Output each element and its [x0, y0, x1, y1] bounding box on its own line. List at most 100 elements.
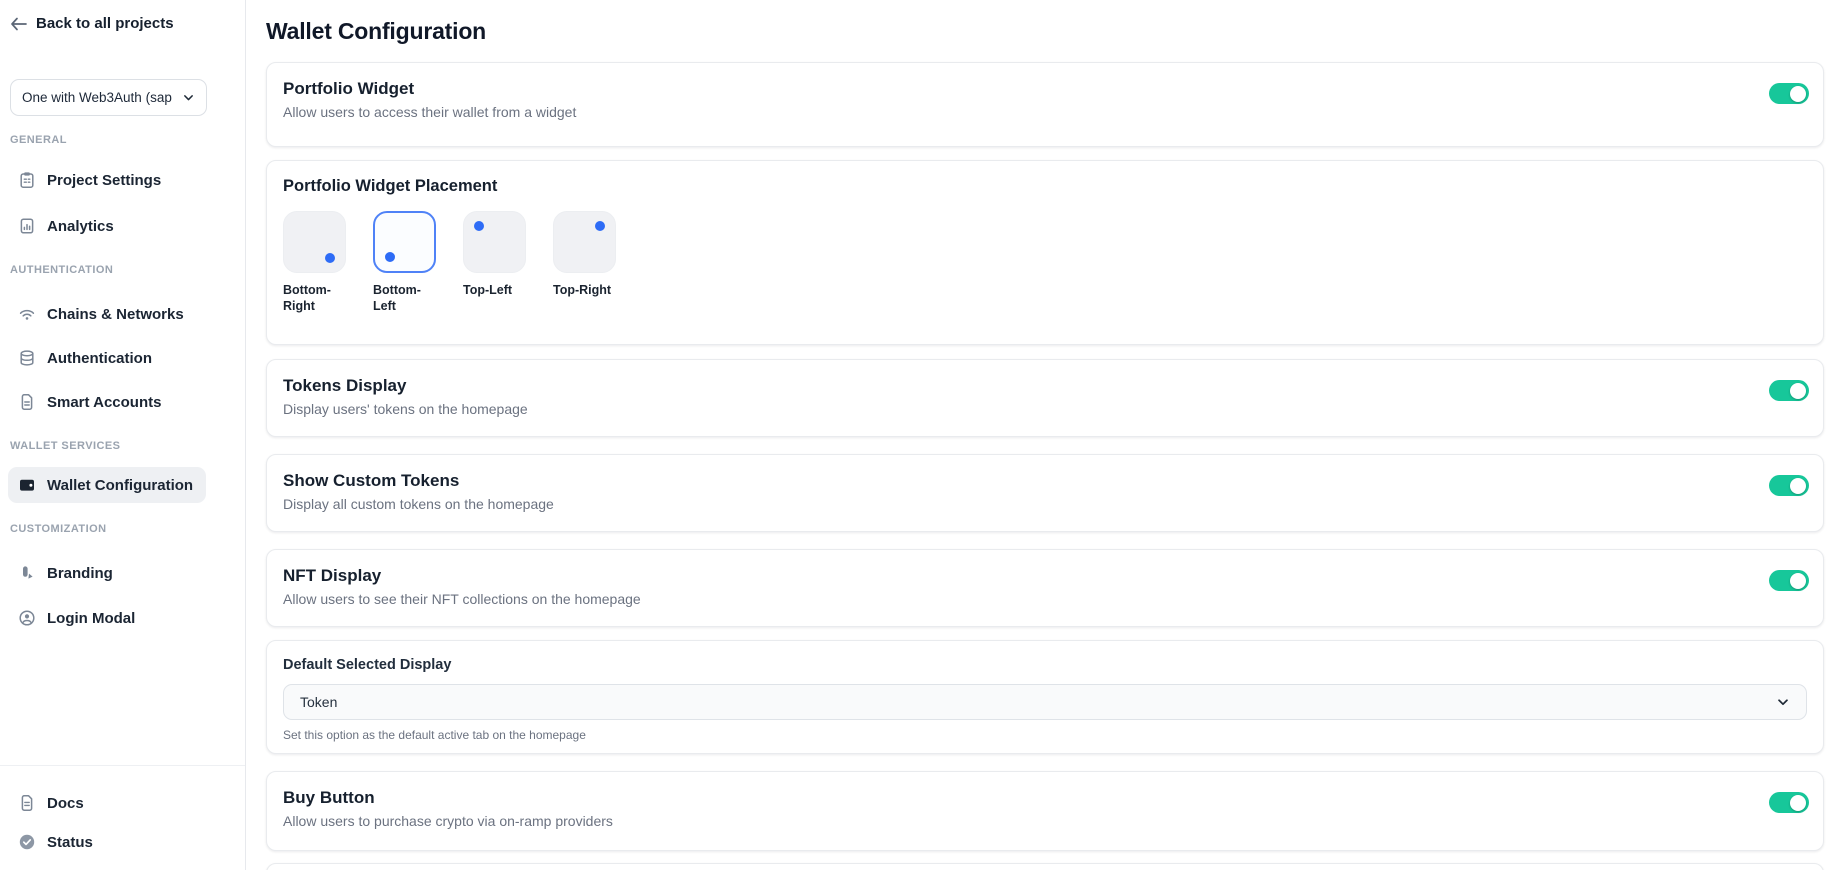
toggle-knob	[1790, 478, 1806, 494]
buy-button-toggle[interactable]	[1769, 792, 1809, 813]
card-buy-button: Buy Button Allow users to purchase crypt…	[266, 771, 1824, 851]
placement-option-top-left[interactable]	[463, 211, 526, 273]
placement-option-label: Bottom-Left	[373, 282, 439, 314]
sidebar-item-wallet-configuration[interactable]: Wallet Configuration	[8, 467, 206, 503]
card-tokens-display: Tokens Display Display users' tokens on …	[266, 359, 1824, 437]
card-partial	[266, 863, 1824, 870]
toggle-knob	[1790, 383, 1806, 399]
card-description: Display users' tokens on the homepage	[283, 401, 528, 417]
doc-icon	[18, 794, 36, 812]
sidebar-item-label: Project Settings	[47, 172, 161, 189]
sidebar: Back to all projects One with Web3Auth (…	[0, 0, 246, 870]
user-circle-icon	[18, 609, 36, 627]
toggle-knob	[1790, 795, 1806, 811]
placement-option-wrap: Bottom-Left	[373, 211, 439, 314]
card-title: Tokens Display	[283, 376, 528, 396]
chevron-down-icon	[1776, 695, 1790, 709]
card-description: Allow users to purchase crypto via on-ra…	[283, 813, 613, 829]
portfolio-widget-toggle[interactable]	[1769, 83, 1809, 104]
card-title: Portfolio Widget Placement	[283, 177, 1807, 196]
placement-option-bottom-right[interactable]	[283, 211, 346, 273]
brush-icon	[18, 564, 36, 582]
placement-dot	[474, 221, 484, 231]
section-label-general: GENERAL	[10, 134, 237, 146]
wallet-icon	[18, 476, 36, 494]
sidebar-item-label: Chains & Networks	[47, 306, 184, 323]
main-content: Wallet Configuration Portfolio Widget Al…	[246, 0, 1840, 870]
card-title: NFT Display	[283, 566, 641, 586]
sidebar-item-label: Smart Accounts	[47, 394, 161, 411]
sidebar-item-project-settings[interactable]: Project Settings	[8, 162, 206, 198]
sidebar-item-label: Analytics	[47, 218, 114, 235]
sidebar-item-label: Authentication	[47, 350, 152, 367]
check-circle-icon	[18, 833, 36, 851]
app-window: Back to all projects One with Web3Auth (…	[0, 0, 1840, 870]
chart-icon	[18, 217, 36, 235]
section-label-authentication: AUTHENTICATION	[10, 264, 237, 276]
sidebar-item-analytics[interactable]: Analytics	[8, 208, 206, 244]
placement-option-label: Top-Left	[463, 282, 529, 298]
card-show-custom-tokens: Show Custom Tokens Display all custom to…	[266, 454, 1824, 532]
section-label-wallet-services: WALLET SERVICES	[10, 440, 237, 452]
select-label: Default Selected Display	[283, 657, 1807, 673]
sidebar-item-label: Wallet Configuration	[47, 477, 193, 494]
project-selector[interactable]: One with Web3Auth (sap	[10, 79, 207, 116]
clipboard-icon	[18, 171, 36, 189]
card-title: Buy Button	[283, 788, 613, 808]
card-text: Portfolio Widget Allow users to access t…	[283, 79, 576, 120]
card-portfolio-widget-placement: Portfolio Widget Placement Bottom-Right …	[266, 160, 1824, 345]
placement-option-label: Bottom-Right	[283, 282, 349, 314]
wifi-icon	[18, 305, 36, 323]
back-link-label: Back to all projects	[36, 15, 174, 32]
card-text: Tokens Display Display users' tokens on …	[283, 376, 528, 417]
card-description: Allow users to see their NFT collections…	[283, 591, 641, 607]
placement-dot	[385, 252, 395, 262]
file-icon	[18, 393, 36, 411]
toggle-knob	[1790, 573, 1806, 589]
sidebar-item-status[interactable]: Status	[8, 824, 206, 860]
card-text: Show Custom Tokens Display all custom to…	[283, 471, 554, 512]
back-to-projects-link[interactable]: Back to all projects	[10, 15, 237, 32]
placement-dot	[595, 221, 605, 231]
nft-display-toggle[interactable]	[1769, 570, 1809, 591]
tokens-display-toggle[interactable]	[1769, 380, 1809, 401]
sidebar-item-label: Docs	[47, 795, 84, 812]
select-helper-text: Set this option as the default active ta…	[283, 728, 1807, 742]
card-text: NFT Display Allow users to see their NFT…	[283, 566, 641, 607]
placement-options: Bottom-Right Bottom-Left Top-Left	[283, 211, 1807, 314]
page-title: Wallet Configuration	[266, 18, 1824, 45]
placement-option-bottom-left[interactable]	[373, 211, 436, 273]
sidebar-item-label: Status	[47, 834, 93, 851]
project-selector-value: One with Web3Auth (sap	[22, 90, 172, 105]
card-nft-display: NFT Display Allow users to see their NFT…	[266, 549, 1824, 627]
card-default-selected-display: Default Selected Display Token Set this …	[266, 640, 1824, 754]
section-label-customization: CUSTOMIZATION	[10, 523, 237, 535]
sidebar-item-authentication[interactable]: Authentication	[8, 340, 206, 376]
card-text: Buy Button Allow users to purchase crypt…	[283, 788, 613, 829]
sidebar-item-smart-accounts[interactable]: Smart Accounts	[8, 384, 206, 420]
card-title: Portfolio Widget	[283, 79, 576, 99]
card-title: Show Custom Tokens	[283, 471, 554, 491]
sidebar-item-branding[interactable]: Branding	[8, 555, 206, 591]
sidebar-item-docs[interactable]: Docs	[8, 785, 206, 821]
select-value: Token	[300, 694, 337, 710]
card-description: Display all custom tokens on the homepag…	[283, 496, 554, 512]
database-icon	[18, 349, 36, 367]
sidebar-item-login-modal[interactable]: Login Modal	[8, 600, 206, 636]
card-portfolio-widget: Portfolio Widget Allow users to access t…	[266, 62, 1824, 147]
placement-option-wrap: Top-Left	[463, 211, 529, 314]
sidebar-item-label: Branding	[47, 565, 113, 582]
placement-option-wrap: Top-Right	[553, 211, 619, 314]
show-custom-tokens-toggle[interactable]	[1769, 475, 1809, 496]
placement-option-wrap: Bottom-Right	[283, 211, 349, 314]
chevron-down-icon	[182, 91, 195, 104]
sidebar-item-chains-networks[interactable]: Chains & Networks	[8, 296, 206, 332]
toggle-knob	[1790, 86, 1806, 102]
sidebar-item-label: Login Modal	[47, 610, 135, 627]
back-arrow-icon	[10, 17, 27, 31]
placement-dot	[325, 253, 335, 263]
card-description: Allow users to access their wallet from …	[283, 104, 576, 120]
sidebar-footer: Docs Status	[0, 765, 245, 870]
default-display-select[interactable]: Token	[283, 684, 1807, 720]
placement-option-top-right[interactable]	[553, 211, 616, 273]
